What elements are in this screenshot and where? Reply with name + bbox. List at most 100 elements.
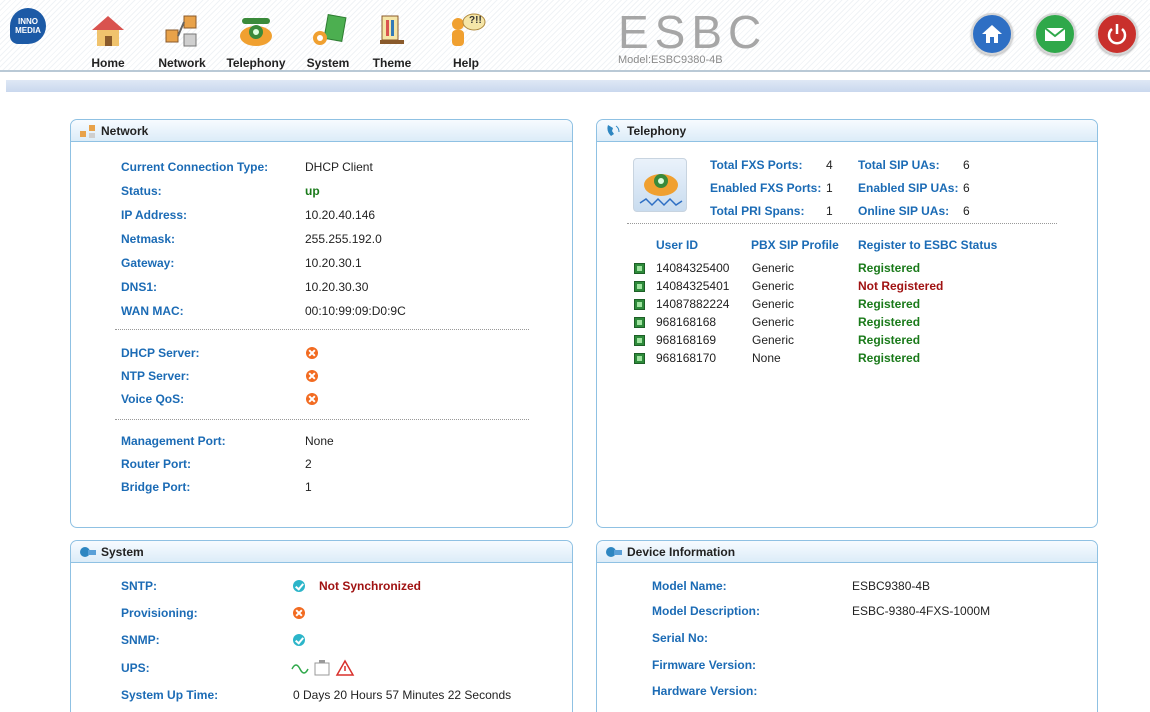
voice-qos-label: Voice QoS: — [121, 392, 185, 406]
nav-theme[interactable]: Theme — [362, 6, 422, 70]
network-panel: Network Current Connection Type: DHCP Cl… — [70, 119, 573, 528]
logout-button[interactable] — [1096, 13, 1138, 55]
bridge-port-value: 1 — [305, 480, 312, 494]
innomedia-logo: INNO MEDIA — [10, 8, 46, 44]
total-sip-uas-value: 6 — [963, 158, 970, 172]
user-id: 14084325400 — [656, 261, 730, 275]
nav-system[interactable]: System — [298, 6, 358, 70]
pbx-profile: Generic — [752, 279, 795, 293]
home-icon — [92, 16, 124, 46]
dns1-label: DNS1: — [121, 280, 158, 294]
mail-button[interactable] — [1034, 13, 1076, 55]
ups-label: UPS: — [121, 661, 150, 675]
disabled-icon — [293, 607, 305, 619]
bridge-port-label: Bridge Port: — [121, 480, 191, 494]
nav-home-label: Home — [91, 56, 125, 70]
phone-icon — [607, 124, 620, 136]
system-panel: System SNTP: Not Synchronized Provisioni… — [70, 540, 573, 712]
device-info-panel-title: Device Information — [627, 544, 736, 559]
gateway-label: Gateway: — [121, 256, 175, 270]
home-icon — [982, 25, 1002, 43]
management-port-value: None — [305, 434, 334, 448]
register-status: Registered — [858, 261, 921, 275]
dhcp-server-label: DHCP Server: — [121, 346, 200, 360]
nav-home[interactable]: Home — [78, 6, 138, 70]
provisioning-label: Provisioning: — [121, 606, 198, 620]
status-value: up — [305, 184, 320, 198]
device-info-panel-header: Device Information — [597, 541, 1097, 563]
total-pri-spans-value: 1 — [826, 204, 833, 218]
firmware-version-label: Firmware Version: — [652, 658, 757, 672]
register-status: Registered — [858, 351, 921, 365]
telephony-panel-header: Telephony — [597, 120, 1097, 142]
wan-mac-value: 00:10:99:09:D0:9C — [305, 304, 406, 318]
uptime-label: System Up Time: — [121, 688, 219, 702]
total-fxs-ports-label: Total FXS Ports: — [710, 158, 803, 172]
enabled-sip-uas-value: 6 — [963, 181, 970, 195]
nav-telephony[interactable]: Telephony — [226, 6, 286, 70]
enabled-sip-uas-label: Enabled SIP UAs: — [858, 181, 959, 195]
nav-help[interactable]: ?!! Help — [436, 6, 496, 70]
dns1-value: 10.20.30.30 — [305, 280, 369, 294]
user-id: 968168168 — [656, 315, 717, 329]
nav-telephony-label: Telephony — [226, 56, 286, 70]
mail-icon — [1044, 27, 1066, 41]
check-icon — [293, 634, 305, 646]
pbx-profile: None — [752, 351, 781, 365]
uptime-value: 0 Days 20 Hours 57 Minutes 22 Seconds — [293, 688, 512, 702]
gateway-value: 10.20.30.1 — [305, 256, 362, 270]
ip-address-value: 10.20.40.146 — [305, 208, 376, 222]
total-fxs-ports-value: 4 — [826, 158, 833, 172]
register-status: Registered — [858, 333, 921, 347]
enabled-fxs-ports-label: Enabled FXS Ports: — [710, 181, 822, 195]
network-panel-title: Network — [101, 123, 149, 138]
sntp-value: Not Synchronized — [319, 579, 422, 593]
pbx-profile: Generic — [752, 315, 795, 329]
telephony-panel: Telephony Total FXS Ports: 4 Enabled FXS… — [596, 119, 1098, 528]
user-id-header: User ID — [656, 238, 699, 252]
model-description-value: ESBC-9380-4FXS-1000M — [852, 604, 991, 618]
telephony-image — [633, 158, 687, 212]
connection-type-label: Current Connection Type: — [121, 160, 269, 174]
theme-icon — [380, 15, 404, 44]
system-icon — [80, 546, 96, 557]
sntp-label: SNTP: — [121, 579, 157, 593]
divider — [115, 419, 529, 420]
register-status: Registered — [858, 297, 921, 311]
model-description-label: Model Description: — [652, 604, 761, 618]
snmp-label: SNMP: — [121, 633, 160, 647]
device-icon — [606, 546, 622, 557]
fxs-port-icon — [634, 281, 645, 292]
user-id: 14084325401 — [656, 279, 730, 293]
fxs-port-icon — [634, 263, 645, 274]
network-icon — [80, 124, 95, 138]
brand: ESBC Model:ESBC9380-4B — [618, 9, 767, 66]
sub-bar — [6, 80, 1150, 92]
device-info-panel: Device Information Model Name: ESBC9380-… — [596, 540, 1098, 712]
fxs-port-icon — [634, 353, 645, 364]
home-shortcut-button[interactable] — [971, 13, 1013, 55]
total-sip-uas-label: Total SIP UAs: — [858, 158, 940, 172]
pbx-profile: Generic — [752, 261, 795, 275]
register-status: Not Registered — [858, 279, 944, 293]
router-port-label: Router Port: — [121, 457, 191, 471]
pbx-profile-header: PBX SIP Profile — [751, 238, 839, 252]
ntp-server-label: NTP Server: — [121, 369, 190, 383]
user-id: 14087882224 — [656, 297, 730, 311]
model-name-value: ESBC9380-4B — [852, 579, 931, 593]
telephony-icon — [240, 18, 272, 46]
user-id: 968168170 — [656, 351, 717, 365]
nav-network-label: Network — [158, 56, 206, 70]
power-icon — [1107, 24, 1127, 45]
divider — [115, 329, 529, 330]
nav-network[interactable]: Network — [152, 6, 212, 70]
enabled-fxs-ports-value: 1 — [826, 181, 833, 195]
battery-icon — [314, 662, 330, 676]
system-panel-header: System — [71, 541, 572, 563]
netmask-value: 255.255.192.0 — [305, 232, 382, 246]
nav-help-label: Help — [452, 56, 479, 70]
netmask-label: Netmask: — [121, 232, 176, 246]
top-header: INNO MEDIA Home Network Telephony System… — [0, 0, 1150, 72]
telephone-icon — [639, 174, 683, 207]
help-bubble-text: ?!! — [469, 15, 482, 26]
